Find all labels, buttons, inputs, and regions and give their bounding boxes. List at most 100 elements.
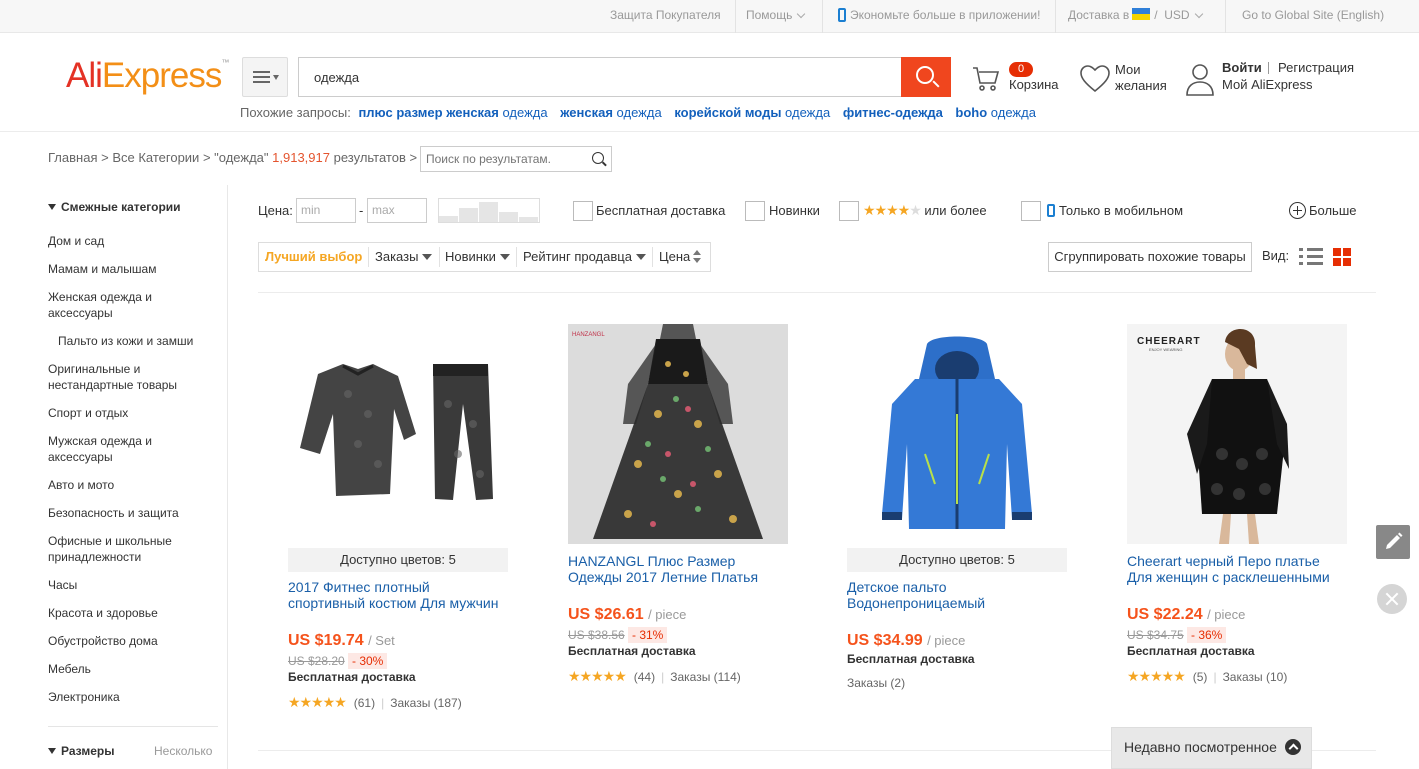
breadcrumb-home[interactable]: Главная (48, 150, 97, 165)
caret-down-icon (273, 75, 279, 80)
sidebar-item-mother-kids[interactable]: Мамам и малышам (48, 261, 218, 277)
product-title[interactable]: Детское пальто Водонепроницаемый (847, 579, 1067, 611)
help-menu[interactable]: Помощь (746, 0, 806, 33)
sidebar-item-home-garden[interactable]: Дом и сад (48, 233, 218, 249)
logo-express: Express (101, 56, 222, 95)
sidebar-item-office-school[interactable]: Офисные и школьные принадлежности (48, 533, 218, 565)
list-view-icon[interactable] (1299, 248, 1323, 266)
header-divider (0, 131, 1419, 132)
sidebar-item-auto-moto[interactable]: Авто и мото (48, 477, 218, 493)
available-colors: Доступно цветов: 5 (847, 548, 1067, 572)
search-icon (916, 66, 934, 84)
related-query-1[interactable]: плюс размер женская одежда (358, 105, 547, 120)
price-histogram[interactable] (438, 198, 540, 223)
sidebar-item-home-improvement[interactable]: Обустройство дома (48, 633, 218, 649)
buyer-protection-link[interactable]: Защита Покупателя (610, 0, 721, 33)
sort-best-match[interactable]: Лучший выбор (265, 243, 362, 271)
edit-icon (1386, 532, 1403, 549)
aliexpress-logo[interactable]: AliExpress™ (66, 56, 229, 96)
star-rating-icon: ★★★★★ (863, 202, 922, 218)
cart-label: Корзина (1009, 77, 1059, 92)
price-min-input[interactable]: min (296, 198, 356, 223)
divider (652, 247, 653, 267)
breadcrumb-query: "одежда" (214, 150, 269, 165)
product-price: US $19.74 / Set (288, 632, 395, 649)
sort-orders[interactable]: Заказы (375, 243, 433, 271)
sort-updown-icon (693, 250, 703, 264)
sort-price[interactable]: Цена (659, 243, 703, 271)
results-count: 1,913,917 (272, 150, 330, 165)
sidebar-item-electronics[interactable]: Электроника (48, 689, 218, 705)
sidebar-item-sports[interactable]: Спорт и отдых (48, 405, 218, 421)
search-button[interactable] (901, 57, 951, 97)
shipping-info: Бесплатная доставка (1127, 644, 1255, 658)
sort-seller-rating[interactable]: Рейтинг продавца (523, 243, 646, 271)
app-promo-link[interactable]: Экономьте больше в приложении! (838, 0, 1040, 33)
breadcrumb-all-categories[interactable]: Все Категории (112, 150, 199, 165)
heart-icon (1080, 65, 1110, 93)
shipping-info: Бесплатная доставка (288, 670, 416, 684)
product-title[interactable]: Cheerart черный Перо платье Для женщин с… (1127, 553, 1347, 585)
price-max-input[interactable]: max (367, 198, 427, 223)
shipping-info: Бесплатная доставка (847, 652, 975, 666)
product-title[interactable]: HANZANGL Плюс Размер Одежды 2017 Летние … (568, 553, 788, 585)
mobile-only-checkbox[interactable] (1021, 201, 1041, 221)
star-rating-icon: ★★★★★ (1127, 668, 1186, 684)
sidebar-item-leather-coats[interactable]: Пальто из кожи и замши (58, 333, 228, 349)
edit-feedback-button[interactable] (1376, 525, 1410, 559)
help-label: Помощь (746, 8, 793, 22)
logo-tm: ™ (221, 58, 230, 67)
sidebar-item-watches[interactable]: Часы (48, 577, 218, 593)
recently-viewed-bar[interactable]: Недавно посмотренное (1111, 727, 1312, 769)
app-promo-label: Экономьте больше в приложении! (850, 8, 1041, 22)
chevron-up-icon (1285, 739, 1301, 755)
rating-checkbox[interactable] (839, 201, 859, 221)
login-link[interactable]: Войти (1222, 60, 1262, 75)
plus-circle-icon (1289, 202, 1306, 219)
sidebar-item-womens-clothing[interactable]: Женская одежда и аксессуары (48, 289, 218, 321)
related-query-2[interactable]: женская одежда (560, 105, 661, 120)
register-link[interactable]: Регистрация (1268, 60, 1354, 75)
grid-view-icon[interactable] (1333, 248, 1351, 266)
divider (1225, 0, 1226, 33)
free-shipping-label: Бесплатная доставка (596, 203, 726, 218)
free-shipping-checkbox[interactable] (573, 201, 593, 221)
sidebar-related-categories-header[interactable]: Смежные категории (48, 200, 181, 214)
product-image[interactable] (288, 324, 508, 544)
related-query-4[interactable]: фитнес-одежда (843, 105, 943, 120)
old-price: US $28.20 (288, 654, 345, 668)
search-input[interactable] (298, 57, 901, 97)
sidebar-item-beauty[interactable]: Красота и здоровье (48, 605, 218, 621)
sidebar-item-novelty[interactable]: Оригинальные и нестандартные товары (48, 361, 218, 393)
discount-badge: - 31% (628, 627, 668, 643)
product-image[interactable] (847, 324, 1067, 544)
group-similar-button[interactable]: Сгруппировать похожие товары (1048, 242, 1252, 272)
sort-newest[interactable]: Новинки (445, 243, 510, 271)
price-dash: - (359, 203, 364, 218)
my-aliexpress-link[interactable]: Мой AliExpress (1222, 77, 1313, 92)
ship-to-menu[interactable]: Доставка в / USD (1068, 0, 1203, 33)
product-title[interactable]: 2017 Фитнес плотный спортивный костюм Дл… (288, 579, 508, 611)
currency-separator: / (1154, 8, 1158, 22)
category-menu-button[interactable] (242, 57, 288, 97)
cart-button[interactable]: 0 Корзина (970, 62, 1060, 98)
old-price: US $34.75 (1127, 628, 1184, 642)
menu-icon (253, 71, 270, 83)
related-searches: Похожие запросы: плюс размер женская оде… (240, 105, 1041, 120)
related-query-5[interactable]: boho одежда (955, 105, 1036, 120)
product-image[interactable]: HANZANGL (568, 324, 788, 544)
sidebar-item-security[interactable]: Безопасность и защита (48, 505, 218, 521)
close-icon[interactable] (1377, 584, 1407, 614)
sidebar-item-mens-clothing[interactable]: Мужская одежда и аксессуары (48, 433, 218, 465)
search-icon[interactable] (592, 152, 604, 164)
phone-icon (1047, 204, 1055, 217)
sidebar-sizes-header[interactable]: Размеры (48, 744, 114, 758)
new-arrivals-checkbox[interactable] (745, 201, 765, 221)
breadcrumb: Главная > Все Категории > "одежда" 1,913… (48, 150, 418, 165)
global-site-link[interactable]: Go to Global Site (English) (1242, 0, 1384, 33)
sidebar-item-furniture[interactable]: Мебель (48, 661, 218, 677)
search-within-input[interactable] (421, 147, 581, 171)
more-filters-button[interactable]: Больше (1289, 202, 1357, 219)
related-query-3[interactable]: корейской моды одежда (674, 105, 830, 120)
product-image[interactable]: CHEERART ENJOY WEARING (1127, 324, 1347, 544)
